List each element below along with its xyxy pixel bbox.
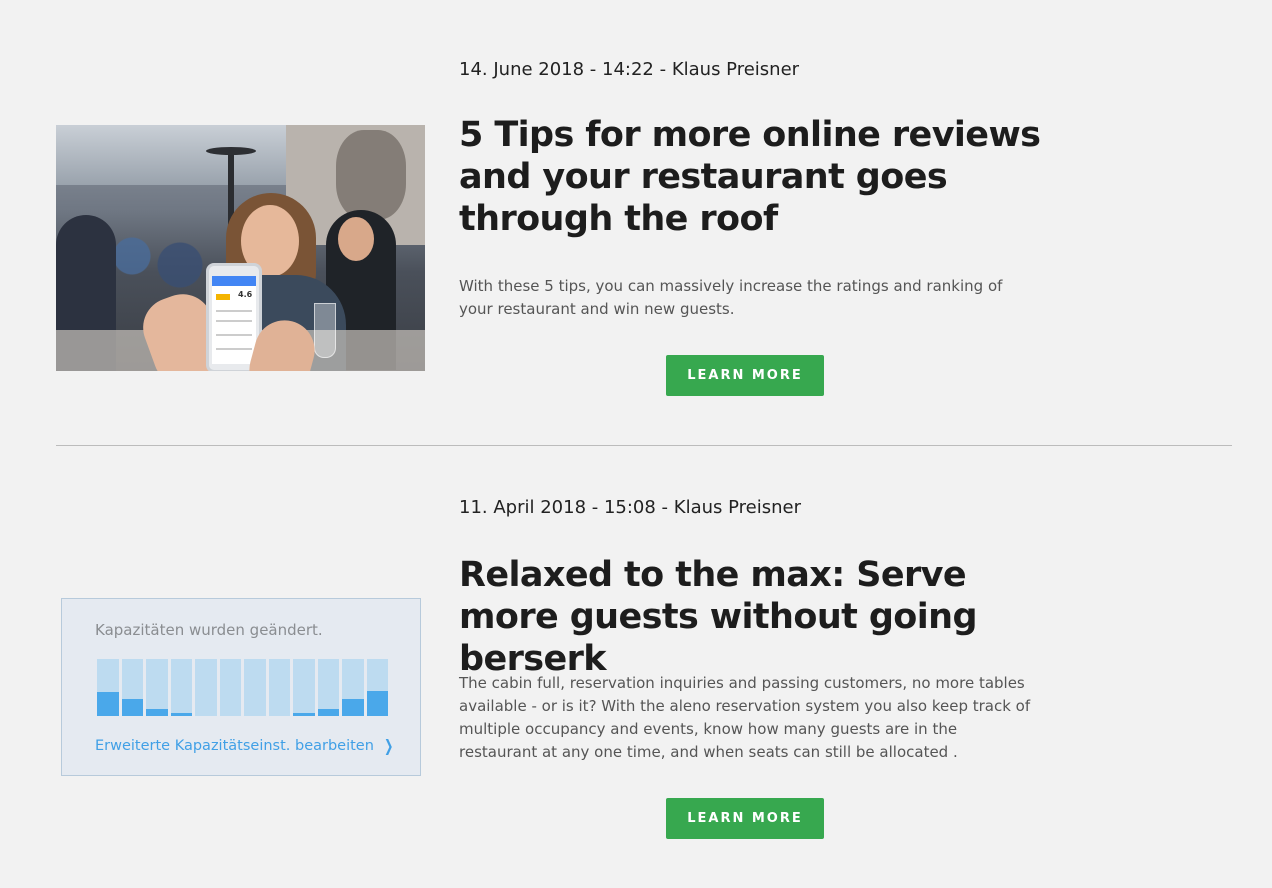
capacity-bar	[366, 659, 388, 716]
post-image-capacity-widget[interactable]: Kapazitäten wurden geändert. Erweiterte …	[61, 598, 421, 776]
capacity-bar	[121, 659, 143, 716]
post-title[interactable]: Relaxed to the max: Serve more guests wi…	[459, 554, 1059, 680]
capacity-bar-fill	[121, 698, 143, 716]
blog-post-1: 4.6 14. June 2018 - 14:22 - Klaus Preisn…	[0, 0, 1272, 445]
capacity-bar	[342, 659, 364, 716]
post-meta: 11. April 2018 - 15:08 - Klaus Preisner	[459, 497, 801, 518]
capacity-bar-fill	[170, 713, 192, 716]
phone-text-line	[216, 310, 252, 312]
capacity-bar-fill	[97, 692, 119, 716]
post-meta: 14. June 2018 - 14:22 - Klaus Preisner	[459, 59, 800, 80]
capacity-bar	[317, 659, 339, 716]
phone-rating-bar	[216, 294, 230, 300]
capacity-bar-fill	[342, 698, 364, 716]
image-heater	[206, 147, 256, 155]
blog-list: 4.6 14. June 2018 - 14:22 - Klaus Preisn…	[0, 0, 1272, 888]
post-excerpt: The cabin full, reservation inquiries an…	[459, 674, 1031, 761]
capacity-bar	[293, 659, 315, 716]
capacity-bar-chart	[97, 659, 388, 716]
post-excerpt: With these 5 tips, you can massively inc…	[459, 277, 1003, 318]
image-glass	[314, 303, 336, 358]
post-image-restaurant-photo[interactable]: 4.6	[56, 125, 425, 371]
capacity-bar	[97, 659, 119, 716]
phone-text-line	[216, 348, 252, 350]
image-friend-face	[338, 217, 374, 261]
chevron-right-icon: ❯	[383, 736, 394, 755]
capacity-bar	[244, 659, 266, 716]
capacity-link-label: Erweiterte Kapazitätseinst. bearbeiten	[95, 737, 374, 754]
capacity-settings-link[interactable]: Erweiterte Kapazitätseinst. bearbeiten ❯	[95, 736, 395, 755]
capacity-bar-fill	[146, 709, 168, 716]
capacity-bar	[268, 659, 290, 716]
learn-more-button[interactable]: LEARN MORE	[666, 798, 824, 839]
phone-screen: 4.6	[212, 276, 256, 364]
post-title[interactable]: 5 Tips for more online reviews and your …	[459, 114, 1059, 240]
capacity-bar	[195, 659, 217, 716]
capacity-bar	[146, 659, 168, 716]
phone-text-line	[216, 320, 252, 322]
capacity-bar-fill	[366, 690, 388, 716]
blog-post-2: Kapazitäten wurden geändert. Erweiterte …	[0, 446, 1272, 888]
capacity-bar-fill	[317, 709, 339, 716]
capacity-title: Kapazitäten wurden geändert.	[95, 621, 323, 639]
capacity-bar	[170, 659, 192, 716]
learn-more-button[interactable]: LEARN MORE	[666, 355, 824, 396]
capacity-bar	[219, 659, 241, 716]
capacity-bar-fill	[293, 713, 315, 716]
phone-text-line	[216, 334, 252, 336]
image-tree	[336, 130, 406, 220]
phone-app-bar	[212, 276, 256, 286]
phone-rating-value: 4.6	[238, 290, 253, 299]
